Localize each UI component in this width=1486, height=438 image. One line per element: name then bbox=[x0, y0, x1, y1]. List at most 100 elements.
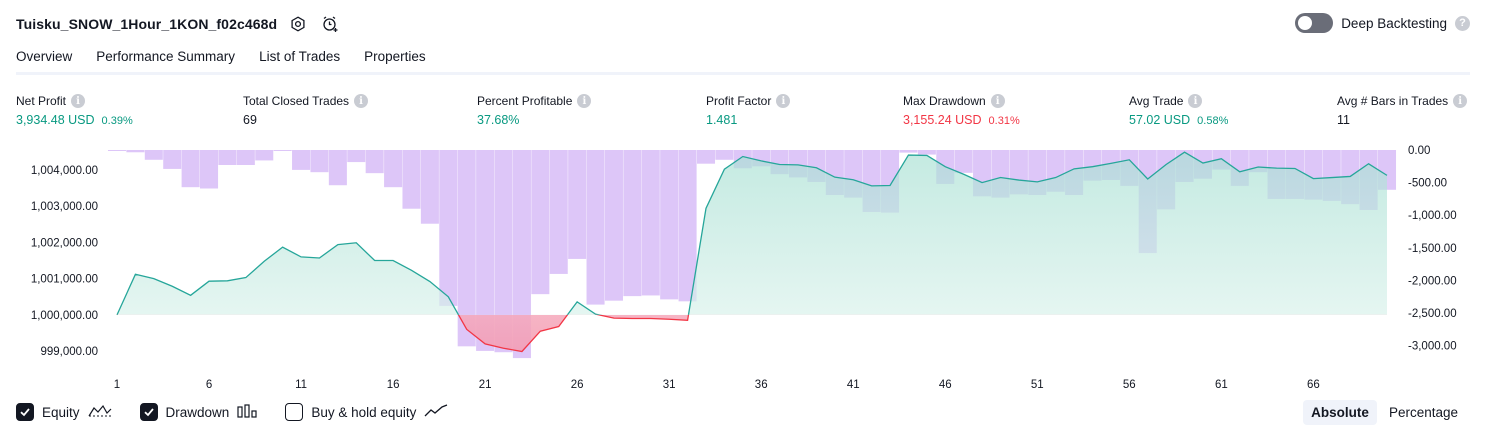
left-axis-tick: 1,000,000.00 bbox=[31, 310, 98, 322]
drawdown-bar bbox=[531, 150, 550, 295]
legend-label: Drawdown bbox=[165, 404, 230, 420]
drawdown-bar bbox=[549, 150, 568, 274]
drawdown-bar bbox=[273, 150, 292, 151]
drawdown-bar bbox=[899, 150, 918, 153]
strategy-name: Tuisku_SNOW_1Hour_1KON_f02c468d bbox=[16, 16, 278, 32]
drawdown-bar bbox=[310, 150, 329, 173]
x-axis-tick: 16 bbox=[387, 379, 400, 391]
metric-value: 57.02 USD bbox=[1129, 113, 1191, 127]
drawdown-bar bbox=[292, 150, 311, 170]
x-axis-tick: 26 bbox=[571, 379, 584, 391]
drawdown-bar bbox=[384, 150, 403, 188]
left-axis-tick: 1,001,000.00 bbox=[31, 274, 98, 286]
metric-max-drawdown: Max Drawdown i 3,155.24 USD 0.31% bbox=[903, 93, 1020, 127]
metric-label: Profit Factor bbox=[706, 94, 772, 108]
info-icon[interactable]: i bbox=[776, 94, 791, 108]
right-axis-tick: -3,000.00 bbox=[1408, 341, 1457, 353]
right-axis-tick: -1,500.00 bbox=[1408, 243, 1457, 255]
metric-value: 3,934.48 USD bbox=[16, 113, 95, 127]
tab-properties[interactable]: Properties bbox=[364, 44, 426, 75]
drawdown-bar bbox=[641, 150, 660, 296]
drawdown-bar bbox=[163, 150, 182, 169]
drawdown-bar bbox=[402, 150, 421, 209]
drawdown-bar bbox=[365, 150, 384, 174]
metric-value: 37.68% bbox=[477, 113, 520, 127]
drawdown-bar bbox=[660, 150, 679, 300]
metric-value: 69 bbox=[243, 113, 257, 127]
info-icon[interactable]: i bbox=[1188, 94, 1203, 108]
tab-overview[interactable]: Overview bbox=[16, 44, 73, 75]
legend-buy-hold-equity[interactable]: Buy & hold equity bbox=[285, 403, 448, 421]
chart-legend: Equity Drawdown Buy & hold equity bbox=[16, 403, 448, 421]
metric-percent: 0.58% bbox=[1197, 115, 1229, 127]
drawdown-bar bbox=[126, 150, 145, 153]
tab-performance-summary[interactable]: Performance Summary bbox=[96, 44, 235, 75]
metric-net-profit: Net Profit i 3,934.48 USD 0.39% bbox=[16, 93, 133, 127]
drawdown-bar bbox=[218, 150, 237, 165]
drawdown-bar bbox=[954, 150, 973, 173]
drawdown-bar bbox=[255, 150, 274, 161]
metric-label: Avg # Bars in Trades bbox=[1337, 94, 1449, 108]
drawdown-bar bbox=[107, 150, 127, 151]
drawdown-bar bbox=[623, 150, 642, 297]
metric-avg-bars-in-trades: Avg # Bars in Trades i 11 bbox=[1337, 93, 1468, 127]
info-icon[interactable]: i bbox=[1453, 94, 1468, 108]
drawdown-checkbox[interactable] bbox=[139, 403, 158, 421]
strategy-title-bar: Tuisku_SNOW_1Hour_1KON_f02c468d bbox=[16, 12, 341, 36]
legend-drawdown[interactable]: Drawdown bbox=[139, 403, 258, 421]
x-axis-tick: 11 bbox=[295, 379, 307, 391]
metric-percent: 0.31% bbox=[988, 115, 1020, 127]
info-icon[interactable]: i bbox=[71, 94, 86, 108]
drawdown-bar bbox=[586, 150, 605, 305]
right-axis-tick: -500.00 bbox=[1408, 178, 1447, 190]
drawdown-bar bbox=[917, 150, 936, 155]
left-axis-tick: 1,004,000.00 bbox=[31, 165, 98, 177]
drawdown-bar bbox=[439, 150, 458, 306]
left-axis: 999,000.00 1,000,000.00 1,001,000.00 1,002,… bbox=[31, 165, 98, 358]
info-icon[interactable]: i bbox=[577, 94, 592, 108]
x-axis-tick: 1 bbox=[114, 379, 120, 391]
equity-area-positive bbox=[117, 152, 1387, 315]
metrics-row: Net Profit i 3,934.48 USD 0.39% Total Clos… bbox=[16, 93, 1470, 133]
info-icon[interactable]: i bbox=[354, 94, 369, 108]
mode-absolute-button[interactable]: Absolute bbox=[1303, 400, 1377, 425]
info-icon[interactable]: i bbox=[990, 94, 1005, 108]
right-axis: 0.00 -500.00 -1,000.00 -1,500.00 -2,000.00 -2… bbox=[1408, 145, 1457, 353]
equity-series bbox=[116, 151, 1388, 353]
report-tabs: Overview Performance Summary List of Tra… bbox=[16, 44, 426, 75]
value-mode-toggle: Absolute Percentage bbox=[1303, 400, 1466, 425]
metric-total-closed-trades: Total Closed Trades i 69 bbox=[243, 93, 369, 127]
equity-checkbox[interactable] bbox=[16, 403, 34, 421]
x-axis-tick: 6 bbox=[206, 379, 212, 391]
x-axis-tick: 21 bbox=[479, 379, 492, 391]
left-axis-tick: 999,000.00 bbox=[40, 346, 98, 358]
gear-icon[interactable] bbox=[287, 13, 309, 35]
drawdown-bar bbox=[715, 150, 734, 160]
deep-backtesting-label: Deep Backtesting bbox=[1341, 15, 1447, 31]
buy-hold-checkbox[interactable] bbox=[285, 403, 304, 421]
left-axis-tick: 1,003,000.00 bbox=[31, 201, 98, 213]
tab-list-of-trades[interactable]: List of Trades bbox=[259, 44, 340, 75]
metric-value: 1.481 bbox=[706, 113, 738, 127]
metric-value: 3,155.24 USD bbox=[903, 113, 982, 127]
legend-equity[interactable]: Equity bbox=[16, 403, 112, 421]
help-icon[interactable]: ? bbox=[1455, 15, 1470, 31]
deep-backtesting-toggle[interactable] bbox=[1295, 13, 1334, 33]
metric-profit-factor: Profit Factor i 1.481 bbox=[706, 93, 791, 127]
drawdown-bar bbox=[236, 150, 255, 165]
drawdown-bar bbox=[347, 150, 366, 163]
mode-percentage-button[interactable]: Percentage bbox=[1381, 400, 1466, 425]
drawdown-bar bbox=[696, 150, 716, 164]
alarm-add-icon[interactable] bbox=[319, 13, 341, 35]
metric-label: Net Profit bbox=[16, 94, 67, 108]
equity-drawdown-chart[interactable]: 999,000.00 1,000,000.00 1,001,000.00 1,002,… bbox=[0, 140, 1486, 395]
buy-hold-line-icon bbox=[424, 403, 448, 421]
metric-label: Max Drawdown bbox=[903, 94, 986, 108]
deep-backtesting-control: Deep Backtesting ? bbox=[1295, 13, 1470, 33]
x-axis-tick: 46 bbox=[939, 379, 952, 391]
metric-avg-trade: Avg Trade i 57.02 USD 0.58% bbox=[1129, 93, 1228, 127]
x-axis-tick: 66 bbox=[1307, 379, 1320, 391]
x-axis-tick: 41 bbox=[847, 379, 860, 391]
right-axis-tick: -2,500.00 bbox=[1408, 308, 1457, 320]
x-axis-tick: 51 bbox=[1031, 379, 1044, 391]
